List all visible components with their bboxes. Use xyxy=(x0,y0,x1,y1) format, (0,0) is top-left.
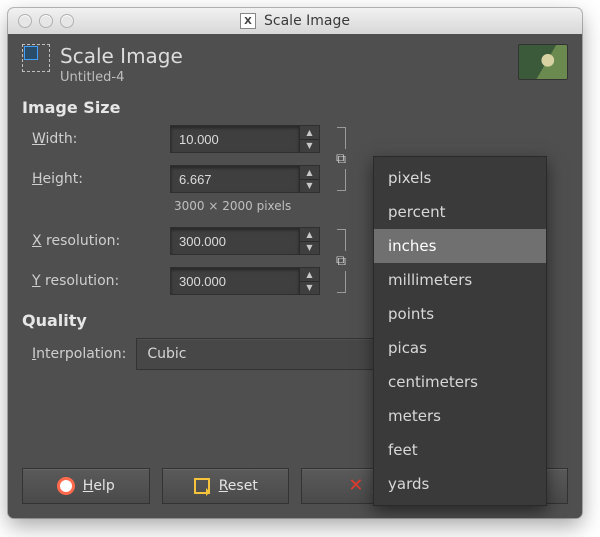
help-button[interactable]: Help xyxy=(22,468,150,504)
help-icon xyxy=(57,477,75,495)
xres-input[interactable]: ▲▼ xyxy=(170,227,320,255)
xres-step-down[interactable]: ▼ xyxy=(300,241,319,255)
app-icon: X xyxy=(240,13,256,29)
dialog-title: Scale Image xyxy=(60,44,183,68)
xres-label: X resolution: xyxy=(32,233,162,249)
height-field[interactable] xyxy=(170,165,299,193)
height-step-down[interactable]: ▼ xyxy=(300,179,319,193)
interpolation-label: Interpolation: xyxy=(32,346,126,362)
interpolation-value: Cubic xyxy=(147,346,186,362)
dialog-subtitle: Untitled-4 xyxy=(60,70,183,85)
traffic-minimize-icon[interactable] xyxy=(39,14,53,28)
unit-option-percent[interactable]: percent xyxy=(374,195,546,229)
unit-option-feet[interactable]: feet xyxy=(374,433,546,467)
chain-link-size-icon[interactable]: ⧉ xyxy=(328,125,354,193)
unit-option-millimeters[interactable]: millimeters xyxy=(374,263,546,297)
width-step-up[interactable]: ▲ xyxy=(300,126,319,139)
unit-option-inches[interactable]: inches xyxy=(374,229,546,263)
unit-option-centimeters[interactable]: centimeters xyxy=(374,365,546,399)
yres-step-up[interactable]: ▲ xyxy=(300,268,319,281)
unit-option-pixels[interactable]: pixels xyxy=(374,161,546,195)
width-input[interactable]: ▲▼ xyxy=(170,125,320,153)
window-title: Scale Image xyxy=(264,13,350,29)
unit-option-points[interactable]: points xyxy=(374,297,546,331)
chain-link-resolution-icon[interactable]: ⧉ xyxy=(328,227,354,295)
unit-option-yards[interactable]: yards xyxy=(374,467,546,501)
unit-option-meters[interactable]: meters xyxy=(374,399,546,433)
height-step-up[interactable]: ▲ xyxy=(300,166,319,179)
xres-field[interactable] xyxy=(170,227,299,255)
unit-dropdown[interactable]: pixelspercentinchesmillimeterspointspica… xyxy=(373,156,547,506)
width-field[interactable] xyxy=(170,125,299,153)
width-step-down[interactable]: ▼ xyxy=(300,139,319,153)
scale-image-icon xyxy=(22,44,50,72)
dialog-window: X Scale Image Scale Image Untitled-4 Ima… xyxy=(8,8,582,518)
xres-step-up[interactable]: ▲ xyxy=(300,228,319,241)
yres-step-down[interactable]: ▼ xyxy=(300,281,319,295)
reset-button[interactable]: Reset xyxy=(162,468,290,504)
section-image-size: Image Size xyxy=(22,98,568,117)
reset-icon xyxy=(193,477,211,495)
yres-field[interactable] xyxy=(170,267,299,295)
height-input[interactable]: ▲▼ xyxy=(170,165,320,193)
pixel-dimensions-note: 3000 × 2000 pixels xyxy=(170,199,320,213)
titlebar: X Scale Image xyxy=(8,8,582,35)
image-thumbnail[interactable] xyxy=(518,44,568,80)
width-label: Width: xyxy=(32,131,162,147)
traffic-zoom-icon[interactable] xyxy=(60,14,74,28)
traffic-close-icon[interactable] xyxy=(18,14,32,28)
yres-label: Y resolution: xyxy=(32,273,162,289)
yres-input[interactable]: ▲▼ xyxy=(170,267,320,295)
cancel-icon: ✕ xyxy=(347,477,365,495)
height-label: Height: xyxy=(32,171,162,187)
unit-option-picas[interactable]: picas xyxy=(374,331,546,365)
